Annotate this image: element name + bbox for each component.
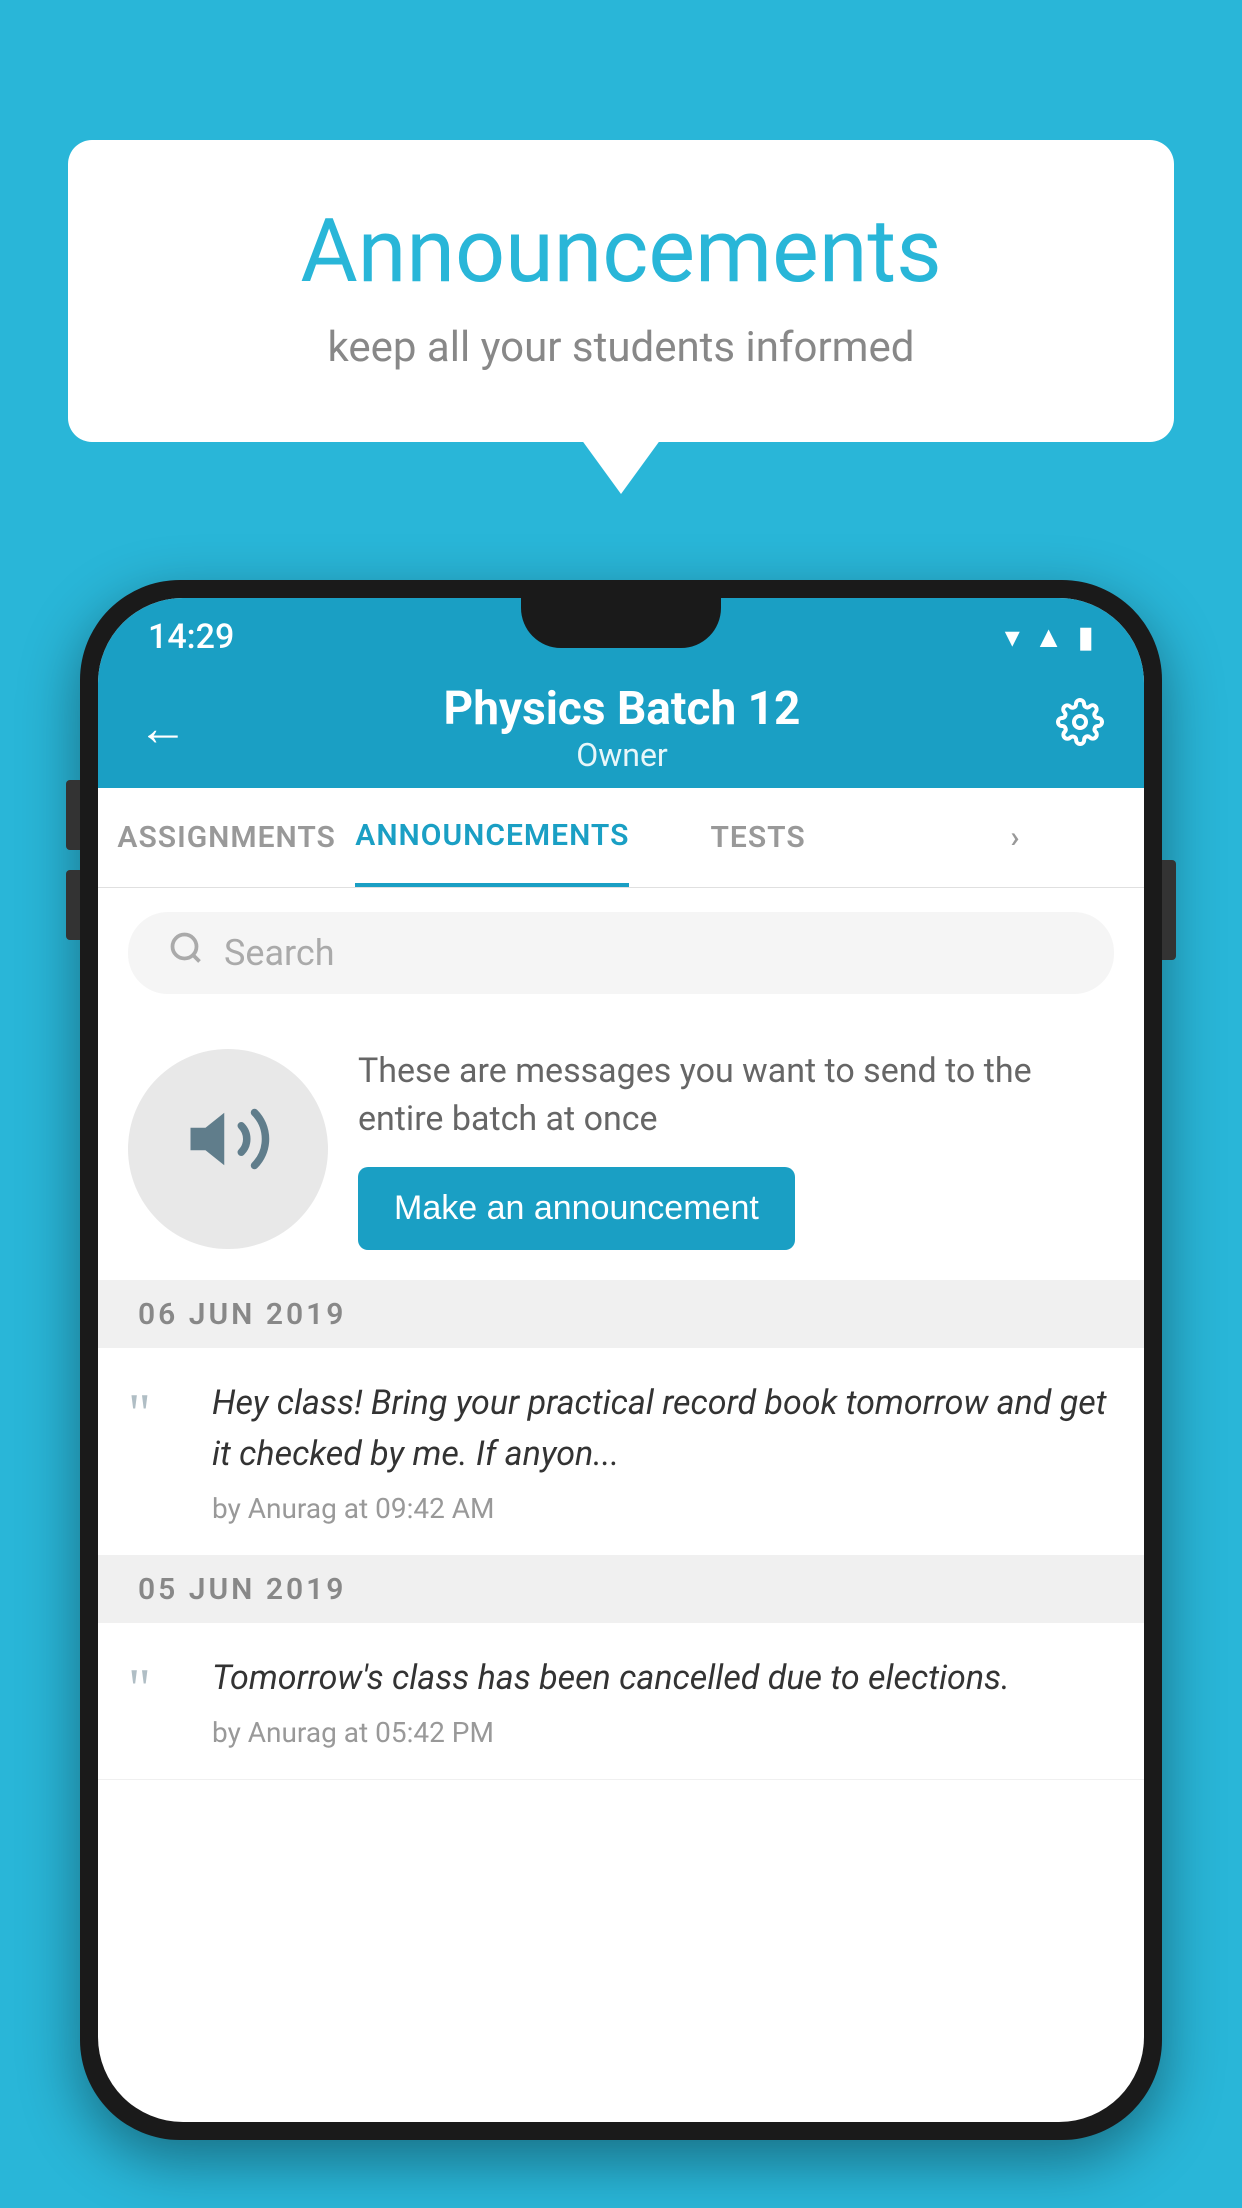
date-separator-2: 05 JUN 2019 <box>98 1556 1144 1623</box>
phone-frame: 14:29 ▾ ▲ ▮ ← Physics Batch 12 Owner <box>80 580 1162 2140</box>
announcement-meta-2: by Anurag at 05:42 PM <box>212 1716 1114 1749</box>
volume-buttons <box>66 780 80 940</box>
tabs: ASSIGNMENTS ANNOUNCEMENTS TESTS › <box>98 788 1144 888</box>
phone-container: 14:29 ▾ ▲ ▮ ← Physics Batch 12 Owner <box>80 580 1162 2208</box>
wifi-icon: ▾ <box>1005 620 1020 655</box>
date-separator-1: 06 JUN 2019 <box>98 1281 1144 1348</box>
promo-icon-circle <box>128 1049 328 1249</box>
promo-description: These are messages you want to send to t… <box>358 1048 1114 1143</box>
announcement-promo: These are messages you want to send to t… <box>98 1018 1144 1281</box>
tab-more[interactable]: › <box>887 788 1144 887</box>
vol-up-button <box>66 780 80 850</box>
status-icons: ▾ ▲ ▮ <box>1005 620 1094 655</box>
speech-bubble: Announcements keep all your students inf… <box>68 140 1174 442</box>
announcement-item-2: " Tomorrow's class has been cancelled du… <box>98 1623 1144 1780</box>
status-time: 14:29 <box>148 617 234 657</box>
announcement-item-1: " Hey class! Bring your practical record… <box>98 1348 1144 1556</box>
announcement-content-2: Tomorrow's class has been cancelled due … <box>212 1653 1114 1749</box>
search-container: Search <box>98 888 1144 1018</box>
settings-button[interactable] <box>1056 698 1104 758</box>
app-bar-center: Physics Batch 12 Owner <box>444 682 801 774</box>
search-placeholder: Search <box>224 932 335 974</box>
announcement-text-1: Hey class! Bring your practical record b… <box>212 1378 1114 1480</box>
tab-tests[interactable]: TESTS <box>629 788 886 887</box>
announcement-content-1: Hey class! Bring your practical record b… <box>212 1378 1114 1525</box>
phone-screen: 14:29 ▾ ▲ ▮ ← Physics Batch 12 Owner <box>98 598 1144 2122</box>
bubble-subtitle: keep all your students informed <box>148 323 1094 372</box>
battery-icon: ▮ <box>1077 620 1094 655</box>
content-area: Search <box>98 888 1144 1780</box>
signal-icon: ▲ <box>1034 620 1064 655</box>
search-bar[interactable]: Search <box>128 912 1114 994</box>
make-announcement-button[interactable]: Make an announcement <box>358 1167 795 1250</box>
announcement-text-2: Tomorrow's class has been cancelled due … <box>212 1653 1114 1704</box>
tab-announcements[interactable]: ANNOUNCEMENTS <box>355 788 629 887</box>
bubble-title: Announcements <box>148 200 1094 303</box>
tab-assignments[interactable]: ASSIGNMENTS <box>98 788 355 887</box>
promo-right: These are messages you want to send to t… <box>358 1048 1114 1250</box>
speech-bubble-container: Announcements keep all your students inf… <box>68 140 1174 442</box>
back-button[interactable]: ← <box>138 699 188 758</box>
megaphone-icon <box>183 1094 273 1204</box>
power-button <box>1162 860 1176 960</box>
announcement-meta-1: by Anurag at 09:42 AM <box>212 1492 1114 1525</box>
notch <box>521 598 721 648</box>
app-bar-subtitle: Owner <box>444 736 801 774</box>
vol-down-button <box>66 870 80 940</box>
quote-icon-1: " <box>128 1386 188 1442</box>
app-bar-title: Physics Batch 12 <box>444 682 801 736</box>
search-icon <box>168 930 204 976</box>
app-bar: ← Physics Batch 12 Owner <box>98 668 1144 788</box>
quote-icon-2: " <box>128 1661 188 1717</box>
